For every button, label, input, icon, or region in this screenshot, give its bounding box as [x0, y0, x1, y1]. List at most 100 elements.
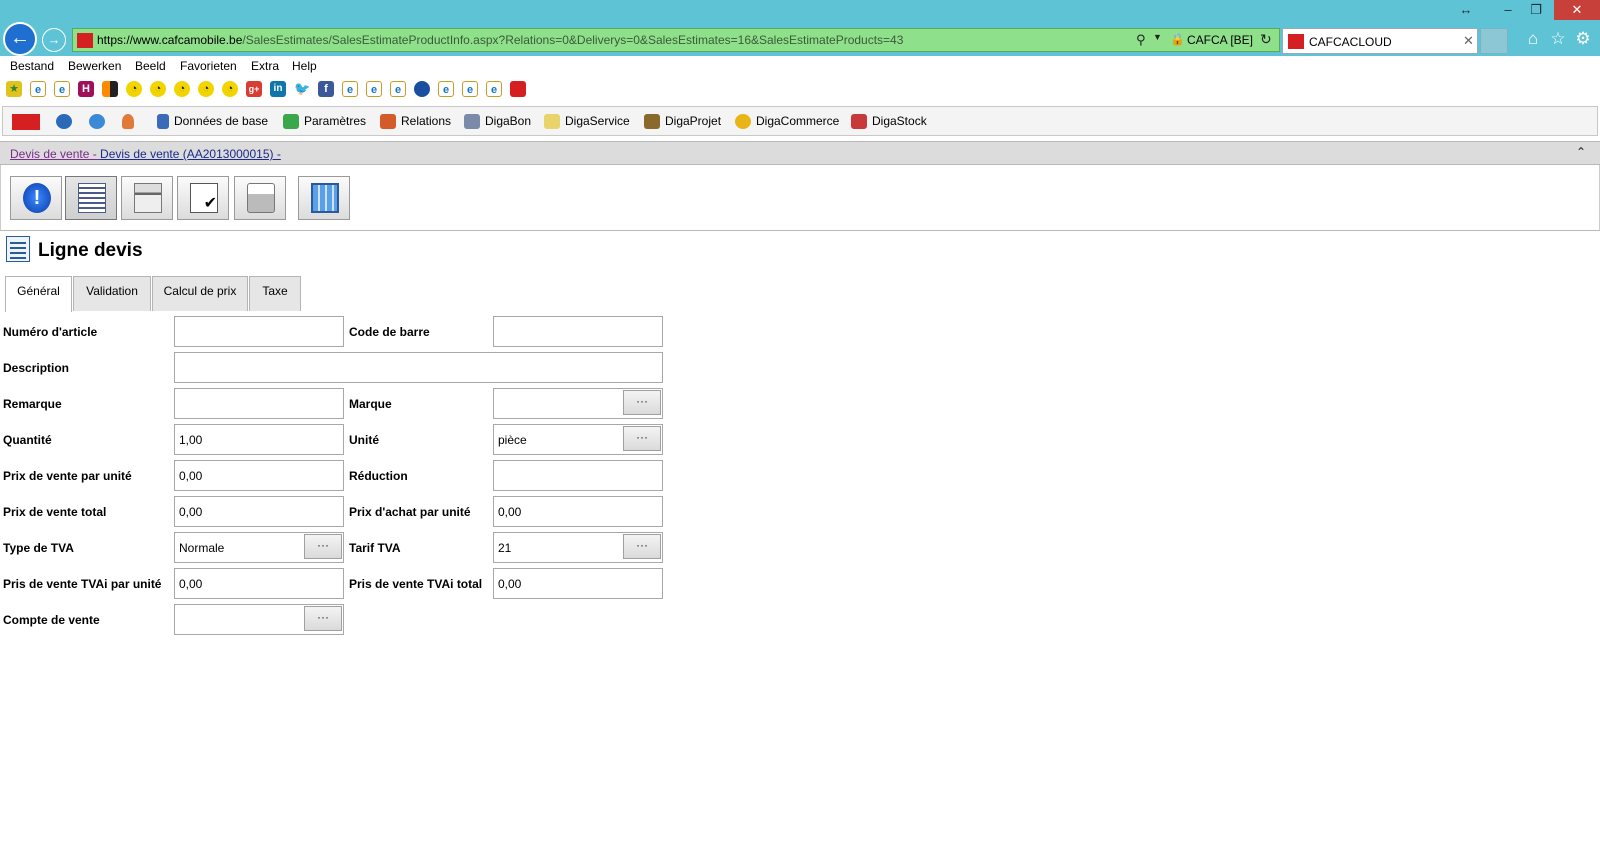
site-favicon-icon: [77, 33, 93, 48]
breadcrumb-link-devis-de-vente[interactable]: Devis de vente -: [10, 147, 100, 161]
menu-favorieten[interactable]: Favorieten: [180, 59, 237, 73]
tab-favicon-icon: [1288, 34, 1304, 49]
breadcrumb-link-devis-detail[interactable]: Devis de vente (AA2013000015) -: [100, 147, 281, 161]
app-menu-digacommerce[interactable]: DigaCommerce: [735, 107, 839, 135]
people-icon: [380, 114, 396, 130]
prix-vente-unite-input[interactable]: 0,00: [174, 460, 344, 491]
shortcut-link-icon[interactable]: ◔: [222, 81, 238, 97]
close-button[interactable]: ✕: [1554, 0, 1600, 20]
prix-vente-total-input[interactable]: 0,00: [174, 496, 344, 527]
list-document-icon: [6, 236, 30, 262]
commerce-icon: [735, 114, 751, 130]
app-menu-donnees-de-base[interactable]: Données de base: [157, 107, 268, 135]
compte-vente-browse-button[interactable]: ···: [304, 606, 342, 631]
ie-link-icon[interactable]: e: [342, 81, 358, 97]
browser-tab[interactable]: CAFCACLOUD ✕: [1282, 28, 1478, 54]
globe-button[interactable]: [56, 107, 77, 135]
validate-button[interactable]: ✔: [177, 176, 229, 220]
menu-bestand[interactable]: Bestand: [10, 59, 54, 73]
ie-link-icon[interactable]: e: [438, 81, 454, 97]
unite-lookup: pièce ···: [493, 424, 663, 455]
reduction-input[interactable]: [493, 460, 663, 491]
minimize-button[interactable]: –: [1496, 0, 1520, 20]
ie-link-icon[interactable]: e: [54, 81, 70, 97]
tab-validation[interactable]: Validation: [73, 276, 151, 311]
shortcut-link-icon[interactable]: ◔: [126, 81, 142, 97]
ie-link-icon[interactable]: e: [366, 81, 382, 97]
resize-icon[interactable]: ↔: [1454, 0, 1478, 20]
prix-achat-unite-input[interactable]: 0,00: [493, 496, 663, 527]
globe-icon[interactable]: [414, 81, 430, 97]
shortcut-link-icon[interactable]: ◔: [150, 81, 166, 97]
collapse-icon[interactable]: ⌃: [1576, 145, 1586, 159]
url-text[interactable]: https://www.cafcamobile.be/SalesEstimate…: [97, 33, 903, 47]
lock-icon[interactable]: 🔒: [1170, 32, 1185, 46]
user-button[interactable]: [122, 107, 139, 135]
app-menu-relations[interactable]: Relations: [380, 107, 451, 135]
add-favorite-icon[interactable]: ★: [6, 81, 22, 97]
cafca-logo[interactable]: [12, 107, 45, 135]
orange-link-icon[interactable]: [102, 81, 118, 97]
tab-close-icon[interactable]: ✕: [1463, 33, 1474, 49]
numero-article-input[interactable]: [174, 316, 344, 347]
menu-help[interactable]: Help: [292, 59, 317, 73]
description-input[interactable]: [174, 352, 663, 383]
info-button[interactable]: !: [10, 176, 62, 220]
restore-button[interactable]: ❐: [1524, 0, 1548, 20]
forward-button[interactable]: →: [42, 28, 66, 52]
tab-general[interactable]: Général: [5, 276, 72, 312]
ie-link-icon[interactable]: e: [30, 81, 46, 97]
sync-icon: [89, 114, 105, 130]
app-menu-digabon[interactable]: DigaBon: [464, 107, 531, 135]
ie-link-icon[interactable]: e: [390, 81, 406, 97]
tab-calcul-de-prix[interactable]: Calcul de prix: [152, 276, 248, 311]
app-menu-digaprojet[interactable]: DigaProjet: [644, 107, 721, 135]
linkedin-icon[interactable]: in: [270, 81, 286, 97]
back-button[interactable]: ←: [3, 22, 37, 56]
tarif-tva-browse-button[interactable]: ···: [623, 534, 661, 559]
shortcut-link-icon[interactable]: ◔: [198, 81, 214, 97]
calculator-button[interactable]: [298, 176, 350, 220]
cafca-link-icon[interactable]: [510, 81, 526, 97]
tab-taxe[interactable]: Taxe: [249, 276, 301, 311]
facebook-icon[interactable]: f: [318, 81, 334, 97]
card-button[interactable]: [121, 176, 173, 220]
search-icon[interactable]: ⚲: [1136, 32, 1152, 48]
page-title: Ligne devis: [38, 240, 143, 261]
remarque-input[interactable]: [174, 388, 344, 419]
prix-tvai-total-input[interactable]: 0,00: [493, 568, 663, 599]
user-icon: [122, 114, 134, 130]
twitter-icon[interactable]: 🐦: [294, 81, 310, 97]
tarif-tva-label: Tarif TVA: [349, 541, 401, 555]
new-tab-button[interactable]: [1480, 28, 1508, 54]
site-identity[interactable]: CAFCA [BE]: [1187, 33, 1253, 47]
ie-link-icon[interactable]: e: [462, 81, 478, 97]
google-plus-icon[interactable]: g+: [246, 81, 262, 97]
shortcut-link-icon[interactable]: ◔: [174, 81, 190, 97]
app-menu-digaservice[interactable]: DigaService: [544, 107, 630, 135]
print-button[interactable]: [234, 176, 286, 220]
quantite-input[interactable]: 1,00: [174, 424, 344, 455]
menu-beeld[interactable]: Beeld: [135, 59, 166, 73]
chevron-down-icon[interactable]: ▼: [1153, 32, 1162, 42]
refresh-icon[interactable]: ↻: [1260, 31, 1272, 48]
marque-browse-button[interactable]: ···: [623, 390, 661, 415]
app-menu-digastock[interactable]: DigaStock: [851, 107, 927, 135]
menu-extra[interactable]: Extra: [251, 59, 279, 73]
address-bar[interactable]: https://www.cafcamobile.be/SalesEstimate…: [72, 28, 1280, 52]
line-details-button[interactable]: [65, 176, 117, 220]
prix-tvai-unite-input[interactable]: 0,00: [174, 568, 344, 599]
app-menu-parametres[interactable]: Paramètres: [283, 107, 366, 135]
settings-icon: [283, 114, 299, 130]
home-icon[interactable]: ⌂: [1522, 28, 1544, 50]
sync-button[interactable]: [89, 107, 110, 135]
gear-icon[interactable]: ⚙: [1572, 28, 1594, 50]
unite-browse-button[interactable]: ···: [623, 426, 661, 451]
favorites-star-icon[interactable]: ☆: [1547, 28, 1569, 50]
menu-bewerken[interactable]: Bewerken: [68, 59, 121, 73]
h-link-icon[interactable]: H: [78, 81, 94, 97]
ie-link-icon[interactable]: e: [486, 81, 502, 97]
type-tva-browse-button[interactable]: ···: [304, 534, 342, 559]
prix-achat-unite-label: Prix d'achat par unité: [349, 505, 471, 519]
code-barre-input[interactable]: [493, 316, 663, 347]
